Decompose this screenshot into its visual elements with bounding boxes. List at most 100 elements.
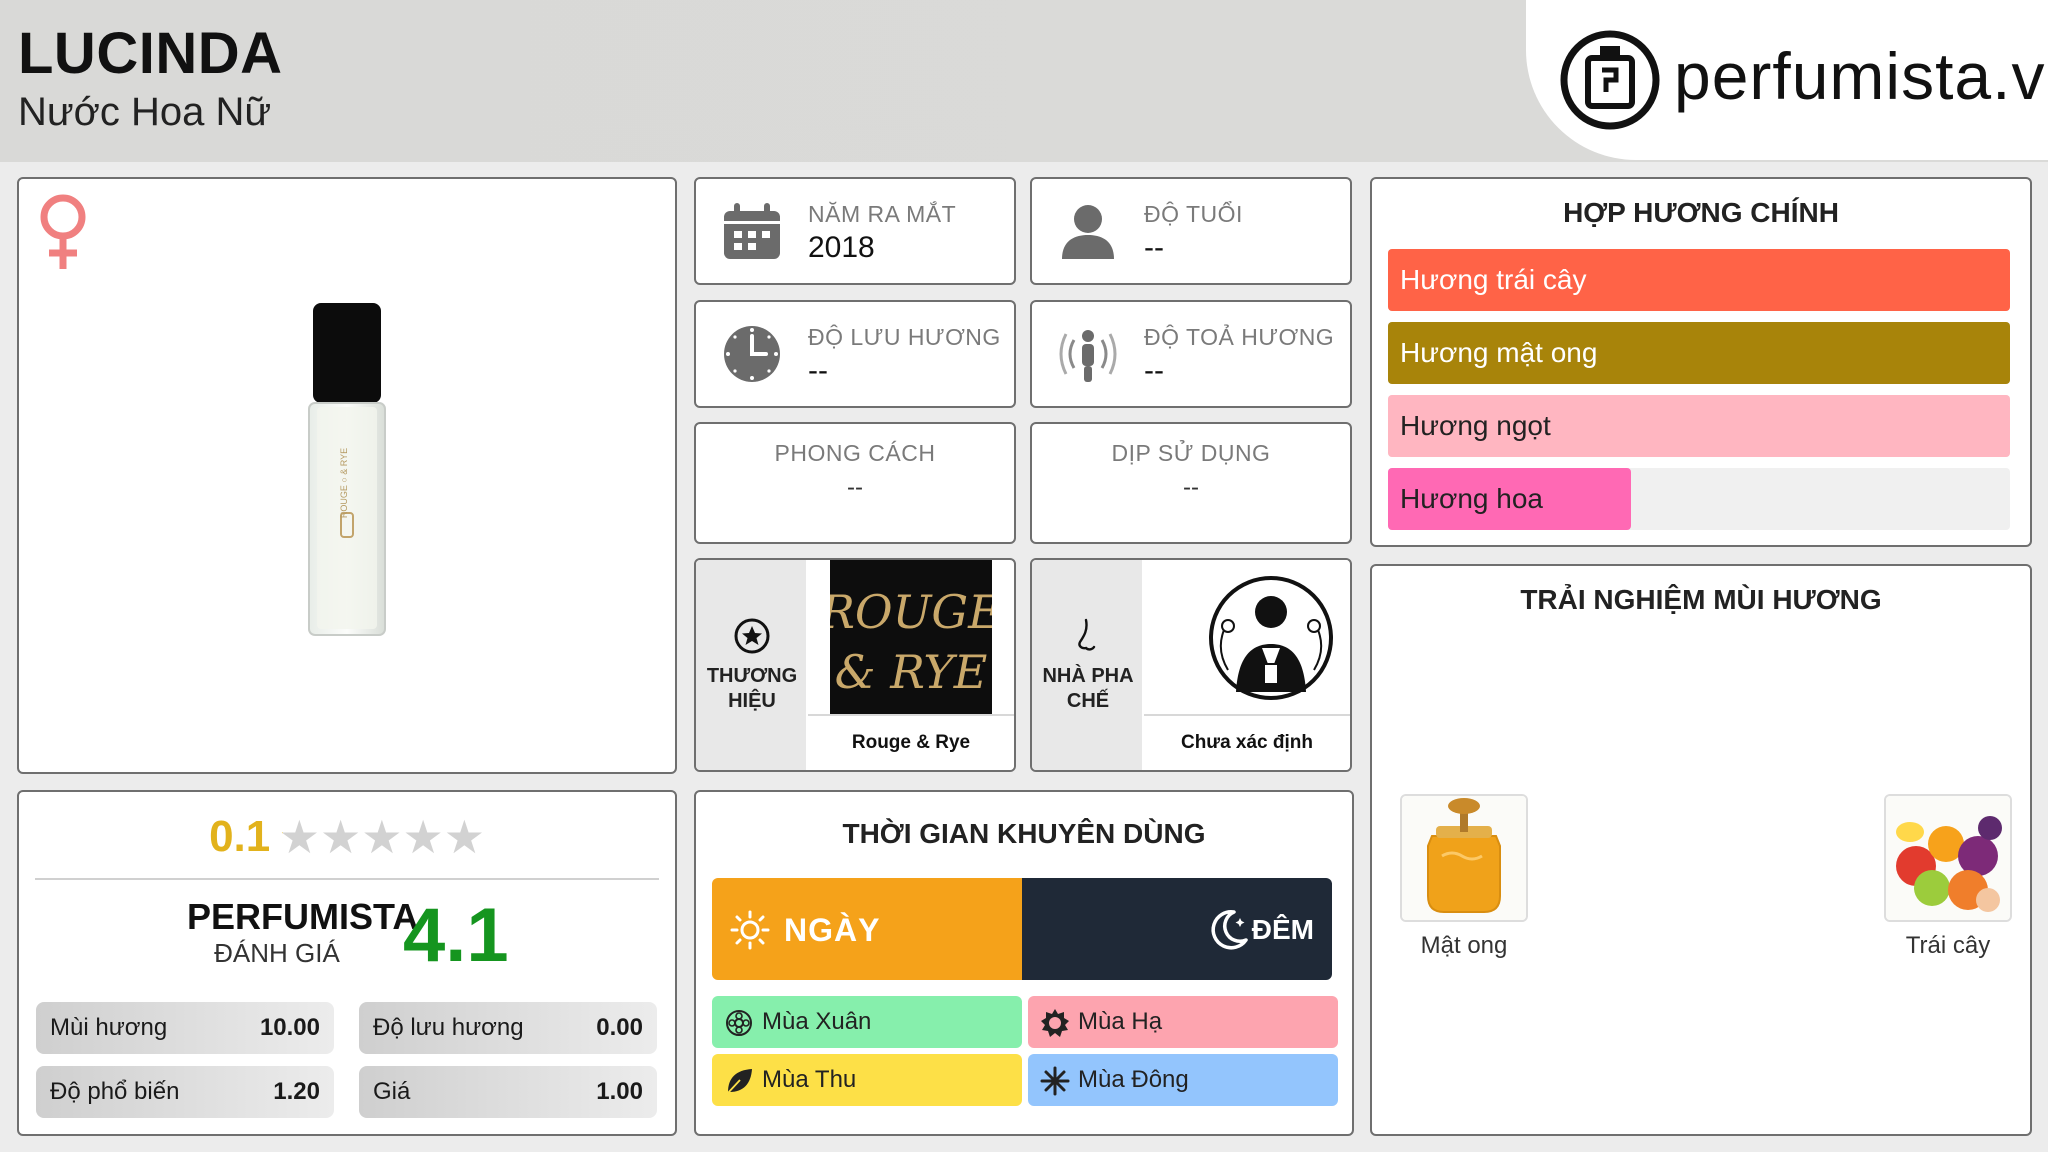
calendar-icon — [724, 203, 780, 259]
sun-icon — [730, 910, 770, 950]
perfumista-sublabel: ĐÁNH GIÁ — [214, 938, 340, 968]
longevity-card: ĐỘ LƯU HƯƠNG -- — [694, 300, 1016, 408]
perfumer-illustration-icon — [1209, 576, 1333, 700]
moon-icon — [1211, 910, 1248, 950]
main-accords-panel: HỢP HƯƠNG CHÍNH Hương trái cây Hương mật… — [1370, 177, 2032, 547]
flower-icon — [726, 1010, 752, 1036]
release-year-value: 2018 — [808, 231, 875, 264]
age-value: -- — [1144, 231, 1164, 264]
metric-value: 0.00 — [596, 1014, 643, 1041]
sillage-label: ĐỘ TOẢ HƯƠNG — [1144, 324, 1335, 350]
season-spring-label: Mùa Xuân — [762, 1008, 872, 1035]
age-card: ĐỘ TUỔI -- — [1030, 177, 1352, 285]
metric-price: Giá 1.00 — [359, 1066, 657, 1118]
fruit-label: Trái cây — [1905, 932, 1991, 959]
brand-logo-art: ROUGE & RYE — [819, 560, 1002, 715]
night-indicator: ĐÊM — [1022, 878, 1332, 980]
logo-area[interactable]: perfumista.vn — [1526, 0, 2048, 160]
time-title: THỜI GIAN KHUYÊN DÙNG — [842, 818, 1206, 849]
accords-title: HỢP HƯƠNG CHÍNH — [1563, 197, 1839, 228]
brand-name[interactable]: Rouge & Rye — [808, 714, 1014, 770]
rating-panel: 0.1 ★★★★★ PERFUMISTA ĐÁNH GIÁ 4.1 Mùi hư… — [17, 790, 677, 1136]
header-bar: LUCINDA Nước Hoa Nữ perfumista.vn — [0, 0, 2048, 162]
svg-text:ROUGE ○ & RYE: ROUGE ○ & RYE — [339, 448, 349, 518]
release-year-label: NĂM RA MẮT — [808, 201, 957, 227]
accord-bar: Hương ngọt — [1388, 395, 2010, 457]
clock-icon — [724, 326, 780, 382]
person-icon — [1062, 205, 1114, 259]
metric-longevity: Độ lưu hương 0.00 — [359, 1002, 657, 1054]
perfumer-label-line2: CHẾ — [1066, 690, 1110, 712]
accord-bar: Hương mật ong — [1388, 322, 2010, 384]
occasion-value: -- — [1183, 474, 1199, 501]
honey-card[interactable] — [1400, 794, 1528, 922]
star-icon[interactable]: ★ — [279, 811, 320, 863]
star-rating[interactable]: ★★★★★ — [279, 810, 485, 864]
night-label: ĐÊM — [1251, 914, 1314, 945]
season-autumn-label: Mùa Thu — [762, 1066, 857, 1093]
style-card: PHONG CÁCH -- — [694, 422, 1016, 544]
fruit-basket-icon — [1886, 796, 2010, 920]
accord-bar: Hương trái cây — [1388, 249, 2010, 311]
age-label: ĐỘ TUỔI — [1144, 201, 1243, 227]
female-symbol-icon — [40, 194, 86, 269]
honey-jar-icon — [1402, 796, 1526, 920]
user-rating-row: 0.1 ★★★★★ — [19, 810, 675, 870]
sillage-person-icon — [1059, 330, 1117, 382]
day-label: NGÀY — [784, 912, 881, 948]
season-spring: Mùa Xuân — [712, 996, 1022, 1048]
perfume-title: LUCINDA — [18, 21, 283, 86]
brand-label-line1: THƯƠNG — [706, 665, 798, 687]
longevity-label: ĐỘ LƯU HƯƠNG — [808, 324, 1001, 350]
brand-logo-text-2: & RYE — [835, 645, 988, 699]
star-icon[interactable]: ★ — [402, 811, 443, 863]
perfumer-card[interactable]: NHÀ PHA CHẾ Chưa xác định — [1030, 558, 1352, 772]
honey-label: Mật ong — [1420, 932, 1508, 959]
star-icon[interactable]: ★ — [444, 811, 485, 863]
metric-label: Độ lưu hương — [373, 1014, 524, 1041]
brand-label-line2: HIỆU — [728, 690, 776, 712]
season-summer: Mùa Hạ — [1028, 996, 1338, 1048]
occasion-card: DỊP SỬ DỤNG -- — [1030, 422, 1352, 544]
brand-card[interactable]: THƯƠNG HIỆU ROUGE & RYE Rouge & Rye — [694, 558, 1016, 772]
occasion-label: DỊP SỬ DỤNG — [1111, 440, 1271, 466]
scent-experience-panel: TRẢI NGHIỆM MÙI HƯƠNG Mật ong Trái cây — [1370, 564, 2032, 1136]
metric-value: 1.00 — [596, 1078, 643, 1105]
accord-label: Hương mật ong — [1400, 337, 1598, 368]
perfume-bottle-image: ROUGE ○ & RYE — [308, 303, 386, 636]
metric-label: Mùi hương — [50, 1014, 168, 1041]
day-indicator: NGÀY — [712, 878, 1022, 980]
perfumer-label-line1: NHÀ PHA — [1042, 665, 1134, 687]
fruit-card[interactable] — [1884, 794, 2012, 922]
accord-label: Hương ngọt — [1400, 410, 1551, 441]
metric-scent: Mùi hương 10.00 — [36, 1002, 334, 1054]
sun-badge-icon — [1041, 1009, 1069, 1037]
metric-label: Độ phổ biến — [50, 1078, 180, 1105]
brand-label: THƯƠNG HIỆU — [696, 664, 808, 714]
perfumer-name[interactable]: Chưa xác định — [1144, 714, 1350, 770]
metric-label: Giá — [373, 1078, 411, 1105]
perfumista-label: PERFUMISTA — [187, 896, 419, 937]
accord-bar: Hương hoa — [1388, 468, 2010, 530]
metric-popularity: Độ phổ biến 1.20 — [36, 1066, 334, 1118]
recommended-time-panel: THỜI GIAN KHUYÊN DÙNG NGÀY ĐÊM Mùa Xuân — [694, 790, 1354, 1136]
perfume-subtitle: Nước Hoa Nữ — [18, 90, 272, 134]
product-image-panel: ROUGE ○ & RYE — [17, 177, 677, 774]
metric-value: 1.20 — [273, 1078, 320, 1105]
brand-logo-image[interactable]: ROUGE & RYE — [819, 560, 1002, 715]
sillage-card: ĐỘ TOẢ HƯƠNG -- — [1030, 300, 1352, 408]
perfumer-avatar — [1166, 560, 1348, 715]
season-winter: Mùa Đông — [1028, 1054, 1338, 1106]
star-icon[interactable]: ★ — [361, 811, 402, 863]
perfume-bottle-logo-icon — [1560, 30, 1660, 130]
star-icon[interactable]: ★ — [320, 811, 361, 863]
accord-label: Hương trái cây — [1400, 264, 1587, 295]
season-winter-label: Mùa Đông — [1078, 1066, 1189, 1093]
accord-label: Hương hoa — [1400, 483, 1543, 514]
nose-icon — [1078, 618, 1096, 651]
season-summer-label: Mùa Hạ — [1078, 1008, 1163, 1035]
season-autumn: Mùa Thu — [712, 1054, 1022, 1106]
brand-logo-text-1: ROUGE — [830, 585, 992, 639]
experience-title: TRẢI NGHIỆM MÙI HƯƠNG — [1520, 584, 1882, 615]
perfumista-score: 4.1 — [403, 893, 509, 978]
